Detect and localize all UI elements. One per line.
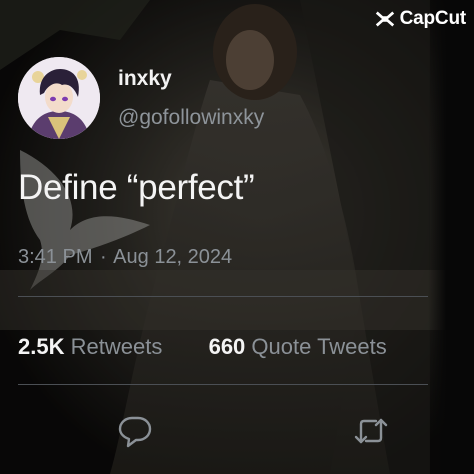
avatar-image [18,57,100,139]
user-handle[interactable]: @gofollowinxky [118,106,264,130]
capcut-label: CapCut [399,8,467,29]
reply-icon [118,416,152,448]
divider [18,384,428,385]
quote-tweets-label: Quote Tweets [251,334,387,359]
tweet-text: Define “perfect” [18,168,255,207]
engagement-stats: 2.5K Retweets 660 Quote Tweets [18,334,387,360]
retweet-icon [354,418,388,444]
background-right-band [428,0,474,474]
tweet-date: Aug 12, 2024 [113,246,233,268]
timestamp-separator: · [100,246,107,268]
retweet-button[interactable] [352,412,390,450]
capcut-logo-icon [375,11,394,27]
tweet-time: 3:41 PM [18,246,93,268]
quote-tweets-count: 660 [208,334,246,359]
retweets-count: 2.5K [18,334,65,359]
reply-button[interactable] [116,412,154,450]
display-name[interactable]: inxky [118,67,172,91]
retweets-label: Retweets [70,334,163,359]
avatar[interactable] [18,57,100,139]
quote-tweets-stat[interactable]: 660 Quote Tweets [209,334,387,359]
divider [18,296,428,297]
retweets-stat[interactable]: 2.5K Retweets [18,334,168,359]
tweet-timestamp[interactable]: 3:41 PM · Aug 12, 2024 [18,246,232,269]
capcut-watermark: CapCut [374,8,466,30]
